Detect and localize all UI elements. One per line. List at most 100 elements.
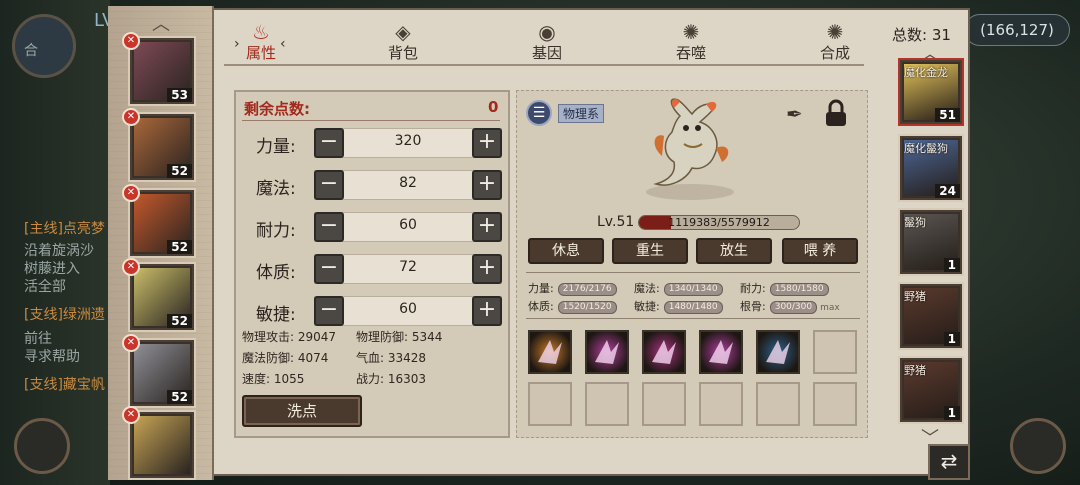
- attr-label: 根骨:: [740, 300, 766, 313]
- plus-button[interactable]: +: [472, 128, 502, 158]
- attr-label: 耐力:: [740, 282, 766, 295]
- element-badge-icon: ✕: [122, 406, 140, 424]
- skill-icon[interactable]: [756, 330, 800, 374]
- house-button[interactable]: [1010, 418, 1066, 474]
- stat-physical-attack: 物理攻击: 29047: [242, 330, 337, 344]
- minus-button[interactable]: −: [314, 296, 344, 326]
- quest-line: 沿着旋涡沙: [24, 243, 94, 259]
- attr-item: 耐力: 1580/1580: [740, 280, 829, 296]
- stat-value: 72: [399, 259, 417, 275]
- attr-label: 力量:: [528, 282, 554, 295]
- quest-line[interactable]: [主线]点亮梦: [24, 218, 110, 238]
- pet-card[interactable]: ✕ 52: [122, 184, 194, 256]
- skill-icon[interactable]: [528, 330, 572, 374]
- pet-card[interactable]: 鬣狗 1: [900, 210, 962, 274]
- rest-button[interactable]: 休息: [528, 238, 604, 264]
- divider: [526, 272, 860, 273]
- pet-card[interactable]: 野猪 1: [900, 284, 962, 348]
- eye-icon: ◉: [538, 20, 556, 44]
- lock-icon[interactable]: [822, 98, 850, 128]
- divider: [526, 318, 860, 319]
- attr-value: 2176/2176: [557, 282, 617, 296]
- attr-label: 体质:: [528, 300, 554, 313]
- attr-value: 1580/1580: [769, 282, 829, 296]
- minus-button[interactable]: −: [314, 212, 344, 242]
- attr-value: 1340/1340: [663, 282, 723, 296]
- tab-label: 基因: [531, 44, 562, 62]
- quest-line[interactable]: [支线]绿洲遗: [24, 304, 110, 324]
- remaining-points-value: 0: [488, 98, 499, 116]
- remaining-points-label: 剩余点数:: [244, 100, 310, 118]
- attr-label: 魔法:: [634, 282, 660, 295]
- tab-combine[interactable]: ✺ 合成: [800, 22, 870, 63]
- minus-button[interactable]: −: [314, 254, 344, 284]
- bag-icon: ◈: [395, 20, 411, 44]
- attr-value: 1520/1520: [557, 300, 617, 314]
- pet-card[interactable]: 魔化金龙 51: [900, 60, 962, 124]
- stat-name: 魔法:: [256, 179, 296, 199]
- tab-bag[interactable]: ◈ 背包: [368, 22, 438, 63]
- type-tag: 物理系: [558, 104, 605, 123]
- stat-row: 魔法: − 82 +: [242, 170, 504, 202]
- tab-right-marker-icon: ‹: [280, 36, 286, 52]
- pet-menu-button[interactable]: [14, 418, 70, 474]
- empty-skill-slot[interactable]: [813, 330, 857, 374]
- plus-button[interactable]: +: [472, 170, 502, 200]
- attr-max-label: max: [820, 303, 840, 313]
- attr-item: 敏捷: 1480/1480: [634, 298, 723, 314]
- stat-value: 320: [394, 133, 422, 149]
- pet-name: 魔化金龙: [904, 66, 948, 79]
- pet-name: 野猪: [904, 290, 926, 303]
- reset-points-button[interactable]: 洗点: [242, 395, 362, 427]
- quest-line: 活全部: [24, 279, 66, 295]
- rebirth-button[interactable]: 重生: [612, 238, 688, 264]
- pet-card[interactable]: ✕: [122, 406, 194, 478]
- stat-value: 60: [399, 301, 417, 317]
- tab-gene[interactable]: ◉ 基因: [512, 22, 582, 63]
- element-badge-icon: ✕: [122, 334, 140, 352]
- pet-card[interactable]: 魔化鬣狗 24: [900, 136, 962, 200]
- pet-card[interactable]: ✕ 52: [122, 258, 194, 330]
- empty-skill-slot[interactable]: [756, 382, 800, 426]
- element-badge-icon: ✕: [122, 184, 140, 202]
- empty-skill-slot[interactable]: [585, 382, 629, 426]
- minus-button[interactable]: −: [314, 170, 344, 200]
- release-button[interactable]: 放生: [696, 238, 772, 264]
- empty-skill-slot[interactable]: [813, 382, 857, 426]
- pet-card[interactable]: ✕ 53: [122, 32, 194, 104]
- skill-icon[interactable]: [642, 330, 686, 374]
- element-badge-icon: ✕: [122, 258, 140, 276]
- tab-devour[interactable]: ✺ 吞噬: [656, 22, 726, 63]
- empty-skill-slot[interactable]: [699, 382, 743, 426]
- pet-name: 野猪: [904, 364, 926, 377]
- feed-button[interactable]: 喂 养: [782, 238, 858, 264]
- skill-icon[interactable]: [699, 330, 743, 374]
- stat-name: 耐力:: [256, 221, 296, 241]
- minus-button[interactable]: −: [314, 128, 344, 158]
- swap-icon[interactable]: ⇄: [928, 444, 970, 480]
- skill-icon[interactable]: [585, 330, 629, 374]
- plus-button[interactable]: +: [472, 254, 502, 284]
- pet-portrait: [646, 98, 734, 200]
- plus-button[interactable]: +: [472, 212, 502, 242]
- pet-level-badge: 1: [943, 332, 960, 346]
- attr-value: 1480/1480: [663, 300, 723, 314]
- list-icon[interactable]: ☰: [526, 100, 552, 126]
- attr-item: 魔法: 1340/1340: [634, 280, 723, 296]
- pet-level-badge: 1: [943, 258, 960, 272]
- quest-line: 树藤进入: [24, 261, 80, 277]
- quest-line[interactable]: [支线]藏宝帆: [24, 374, 110, 394]
- quill-icon[interactable]: ✒: [786, 102, 810, 126]
- quest-line: 前往: [24, 331, 52, 347]
- stat-physical-defense: 物理防御: 5344: [356, 330, 443, 344]
- scroll-up-icon[interactable]: ︿: [108, 10, 214, 36]
- swirl-icon: ✺: [682, 20, 700, 44]
- pet-card[interactable]: ✕ 52: [122, 334, 194, 406]
- pet-name: 魔化鬣狗: [904, 142, 948, 155]
- pet-card[interactable]: 野猪 1: [900, 358, 962, 422]
- tab-label: 属性: [245, 44, 276, 62]
- plus-button[interactable]: +: [472, 296, 502, 326]
- empty-skill-slot[interactable]: [528, 382, 572, 426]
- pet-card[interactable]: ✕ 52: [122, 108, 194, 180]
- empty-skill-slot[interactable]: [642, 382, 686, 426]
